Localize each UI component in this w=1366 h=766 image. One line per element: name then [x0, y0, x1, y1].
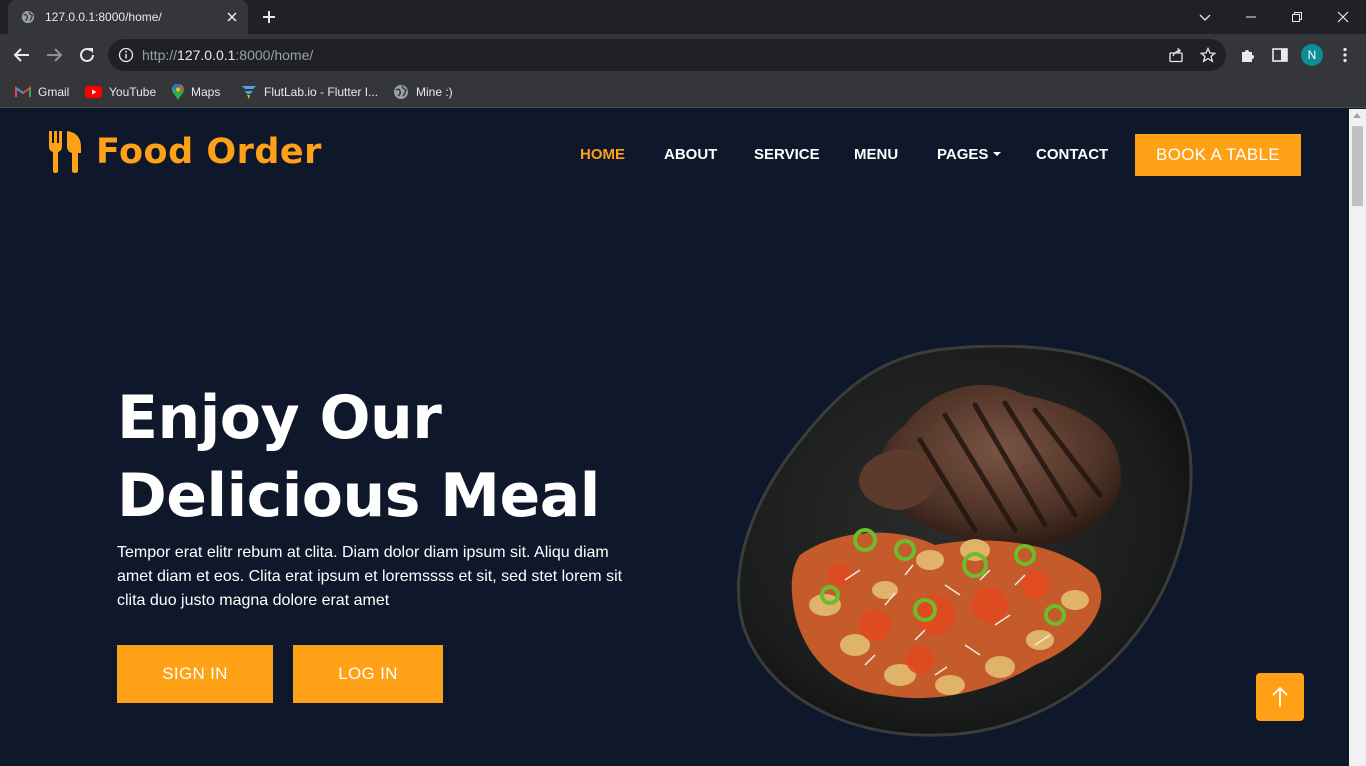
log-in-button[interactable]: LOG IN — [293, 645, 443, 703]
nav-contact[interactable]: CONTACT — [1036, 146, 1108, 163]
extensions-icon[interactable] — [1239, 46, 1257, 64]
globe-icon — [394, 85, 408, 99]
bookmark-mine[interactable]: Mine :) — [393, 83, 453, 101]
scroll-up-arrow-icon[interactable] — [1353, 113, 1361, 118]
bookmark-maps[interactable]: Maps — [172, 83, 220, 101]
globe-icon — [21, 10, 35, 24]
arrow-left-icon — [13, 48, 29, 62]
hero-food-image — [737, 345, 1193, 737]
url-text: http://127.0.0.1:8000/home/ — [142, 47, 313, 63]
bookmark-label: Mine :) — [416, 85, 453, 99]
flutlab-icon — [242, 86, 256, 99]
nav-menu[interactable]: MENU — [854, 146, 898, 163]
hero-title-line2: Delicious Meal — [117, 461, 600, 531]
bookmark-label: Maps — [191, 85, 221, 99]
chevron-down-icon — [1199, 14, 1211, 21]
info-icon[interactable] — [118, 47, 134, 63]
arrow-up-icon — [1272, 686, 1288, 707]
utensils-icon — [49, 131, 81, 173]
reload-button[interactable] — [76, 44, 98, 66]
back-button[interactable] — [11, 44, 33, 66]
browser-tab[interactable]: 127.0.0.1:8000/home/ — [8, 0, 248, 34]
back-to-top-button[interactable] — [1256, 673, 1304, 721]
url-scheme: http:// — [142, 47, 178, 63]
sign-in-button[interactable]: SIGN IN — [117, 645, 273, 703]
page-scrollbar[interactable] — [1349, 109, 1366, 766]
new-tab-icon[interactable] — [260, 8, 278, 26]
bookmark-gmail[interactable]: Gmail — [15, 83, 69, 101]
hero-title: Enjoy Our Delicious Meal — [117, 379, 600, 535]
close-icon — [1337, 11, 1349, 23]
restore-icon — [1292, 12, 1302, 22]
hero-description: Tempor erat elitr rebum at clita. Diam d… — [117, 544, 623, 609]
bookmark-label: Gmail — [38, 85, 70, 99]
book-table-button[interactable]: BOOK A TABLE — [1135, 134, 1301, 176]
tab-strip: 127.0.0.1:8000/home/ — [0, 0, 1366, 34]
address-bar[interactable]: http://127.0.0.1:8000/home/ — [108, 39, 1226, 71]
tab-search-button[interactable] — [1182, 0, 1228, 34]
close-window-button[interactable] — [1320, 0, 1366, 34]
browser-toolbar: http://127.0.0.1:8000/home/ N — [0, 34, 1366, 76]
close-tab-icon[interactable] — [224, 9, 240, 25]
forward-button[interactable] — [43, 44, 65, 66]
bookmark-youtube[interactable]: YouTube — [85, 83, 156, 101]
url-path: :8000/home/ — [235, 47, 314, 63]
brand-name: Food Order — [96, 132, 322, 172]
nav-pages-label: PAGES — [937, 146, 989, 163]
reload-icon — [80, 47, 94, 62]
page-viewport: Food Order HOME ABOUT SERVICE MENU PAGES… — [0, 109, 1349, 766]
gmail-icon — [15, 86, 31, 97]
bookmark-label: FlutLab.io - Flutter I... — [264, 85, 379, 99]
bookmark-flutlab[interactable]: FlutLab.io - Flutter I... — [241, 83, 378, 101]
maps-icon — [172, 83, 184, 100]
scrollbar-thumb[interactable] — [1352, 126, 1363, 206]
arrow-right-icon — [47, 48, 63, 62]
hero-title-line1: Enjoy Our — [117, 383, 442, 453]
menu-kebab-icon[interactable] — [1336, 46, 1354, 64]
share-icon[interactable] — [1168, 47, 1184, 63]
nav-service[interactable]: SERVICE — [754, 146, 820, 163]
caret-down-icon — [993, 152, 1002, 156]
youtube-icon — [85, 86, 102, 98]
side-panel-icon[interactable] — [1271, 46, 1289, 64]
bookmark-label: YouTube — [109, 85, 157, 99]
url-host: 127.0.0.1 — [177, 47, 236, 63]
restore-button[interactable] — [1274, 0, 1320, 34]
brand-logo[interactable]: Food Order — [48, 131, 322, 173]
minimize-icon — [1246, 16, 1256, 18]
minimize-button[interactable] — [1228, 0, 1274, 34]
nav-pages-dropdown[interactable]: PAGES — [937, 146, 1002, 163]
profile-avatar[interactable]: N — [1301, 44, 1323, 66]
star-icon[interactable] — [1200, 47, 1216, 63]
bookmarks-bar: Gmail YouTube Maps FlutLab.io - Flutter … — [0, 76, 1366, 108]
tab-title: 127.0.0.1:8000/home/ — [45, 10, 162, 24]
nav-about[interactable]: ABOUT — [664, 146, 717, 163]
nav-home[interactable]: HOME — [580, 146, 625, 163]
